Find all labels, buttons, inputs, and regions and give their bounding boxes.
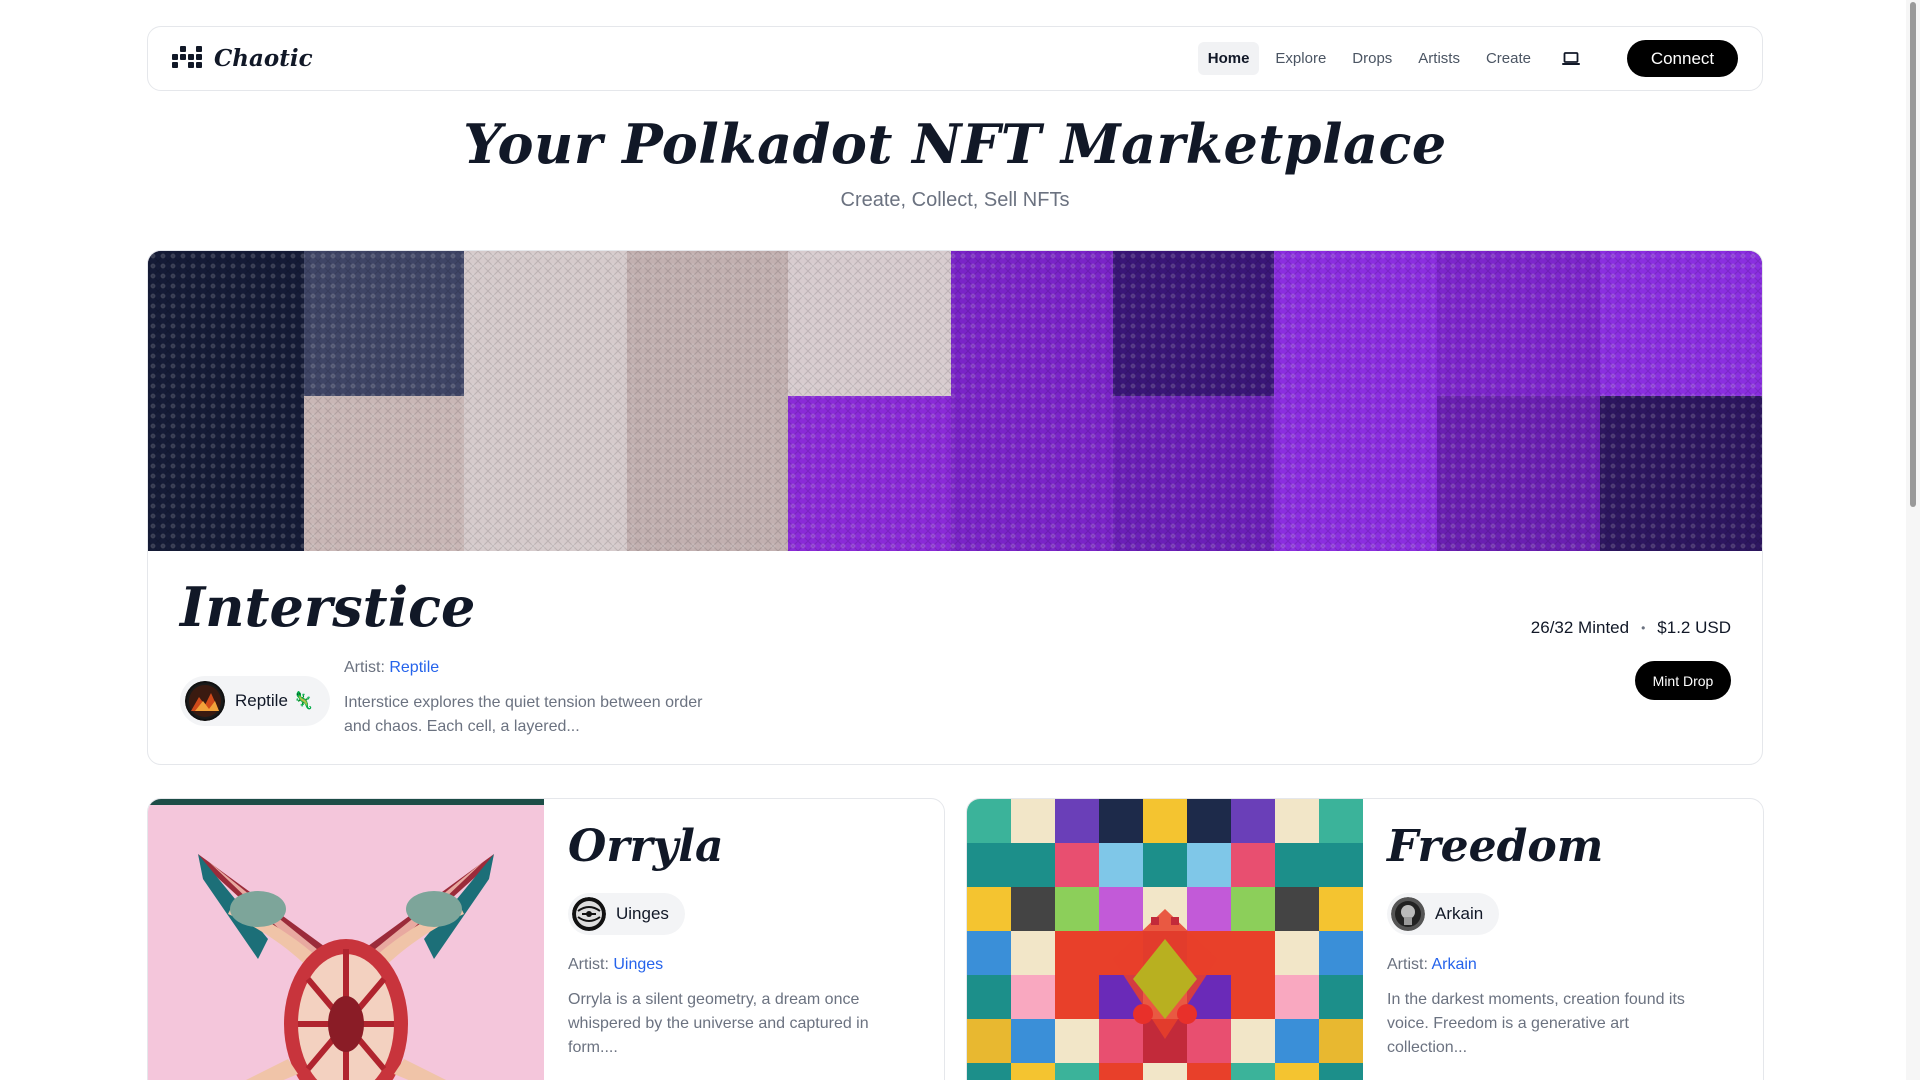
top-navbar: Chaotic Home Explore Drops Artists Creat… (147, 26, 1763, 91)
artwork-freedom (967, 799, 1363, 1080)
drop-card[interactable]: Orryla Uinges Artist: Uinges Orryla is a… (147, 798, 945, 1080)
stats-separator: • (1641, 621, 1646, 635)
artist-link[interactable]: Reptile (389, 659, 439, 676)
hero-title: Your Polkadot NFT Marketplace (463, 112, 1447, 176)
nav-link-home[interactable]: Home (1197, 42, 1260, 75)
artist-avatar (1391, 897, 1425, 931)
minted-count: 26/32 Minted (1530, 618, 1630, 637)
artist-chip-label: Reptile 🦎 (235, 691, 314, 710)
connect-button[interactable]: Connect (1627, 40, 1738, 77)
drop-card-description: Orryla is a silent geometry, a dream onc… (568, 991, 869, 1056)
grid-dots-icon (172, 45, 204, 72)
featured-description: Interstice explores the quiet tension be… (344, 694, 703, 735)
drop-price: $1.2 USD (1657, 618, 1731, 637)
artist-line: Artist: Arkain (1387, 956, 1477, 974)
drop-card[interactable]: Freedom Arkain Artist: Arkain In the dar… (966, 798, 1764, 1080)
drop-card-title[interactable]: Freedom (1387, 821, 1603, 872)
artist-avatar (572, 897, 606, 931)
scrollbar-thumb[interactable] (1910, 2, 1916, 507)
drop-card-title[interactable]: Orryla (568, 821, 723, 872)
artist-avatar (185, 681, 225, 721)
drop-card-artwork[interactable] (148, 799, 544, 1080)
artwork-orryla (148, 799, 544, 1080)
artist-chip[interactable]: Arkain (1387, 893, 1500, 935)
brand-name: Chaotic (214, 45, 313, 72)
artist-prefix: Artist: (344, 659, 385, 676)
featured-artwork-image[interactable] (148, 251, 1762, 551)
nav-links: Home Explore Drops Artists Create Connec… (1197, 40, 1738, 77)
page-scrollbar[interactable] (1906, 0, 1920, 1080)
featured-drop-card[interactable]: Interstice Reptile 🦎 Artist: Reptile Int… (147, 250, 1763, 765)
featured-drop-title[interactable]: Interstice (180, 575, 475, 639)
nav-link-create[interactable]: Create (1476, 42, 1541, 75)
artwork-pattern (148, 251, 1762, 551)
artist-link[interactable]: Arkain (1431, 956, 1476, 973)
artist-chip[interactable]: Reptile 🦎 (180, 676, 330, 726)
artist-chip[interactable]: Uinges (568, 893, 685, 935)
artist-prefix: Artist: (1387, 956, 1428, 973)
nav-link-explore[interactable]: Explore (1265, 42, 1336, 75)
artist-line: Artist: Uinges (568, 956, 663, 974)
artist-prefix: Artist: (568, 956, 609, 973)
artist-chip-label: Uinges (616, 904, 669, 923)
drop-card-artwork[interactable] (967, 799, 1363, 1080)
artist-chip-label: Arkain (1435, 904, 1484, 923)
nav-link-drops[interactable]: Drops (1342, 42, 1402, 75)
nav-link-artists[interactable]: Artists (1408, 42, 1470, 75)
artist-link[interactable]: Uinges (613, 956, 663, 973)
laptop-icon[interactable] (1555, 43, 1587, 75)
mint-drop-button[interactable]: Mint Drop (1635, 661, 1731, 700)
drop-card-description: In the darkest moments, creation found i… (1387, 991, 1685, 1056)
artist-line: Artist: Reptile (344, 659, 439, 677)
drop-stats: 26/32 Minted • $1.2 USD (1531, 618, 1731, 638)
brand-logo[interactable]: Chaotic (172, 45, 313, 72)
hero-subtitle: Create, Collect, Sell NFTs (840, 189, 1070, 211)
